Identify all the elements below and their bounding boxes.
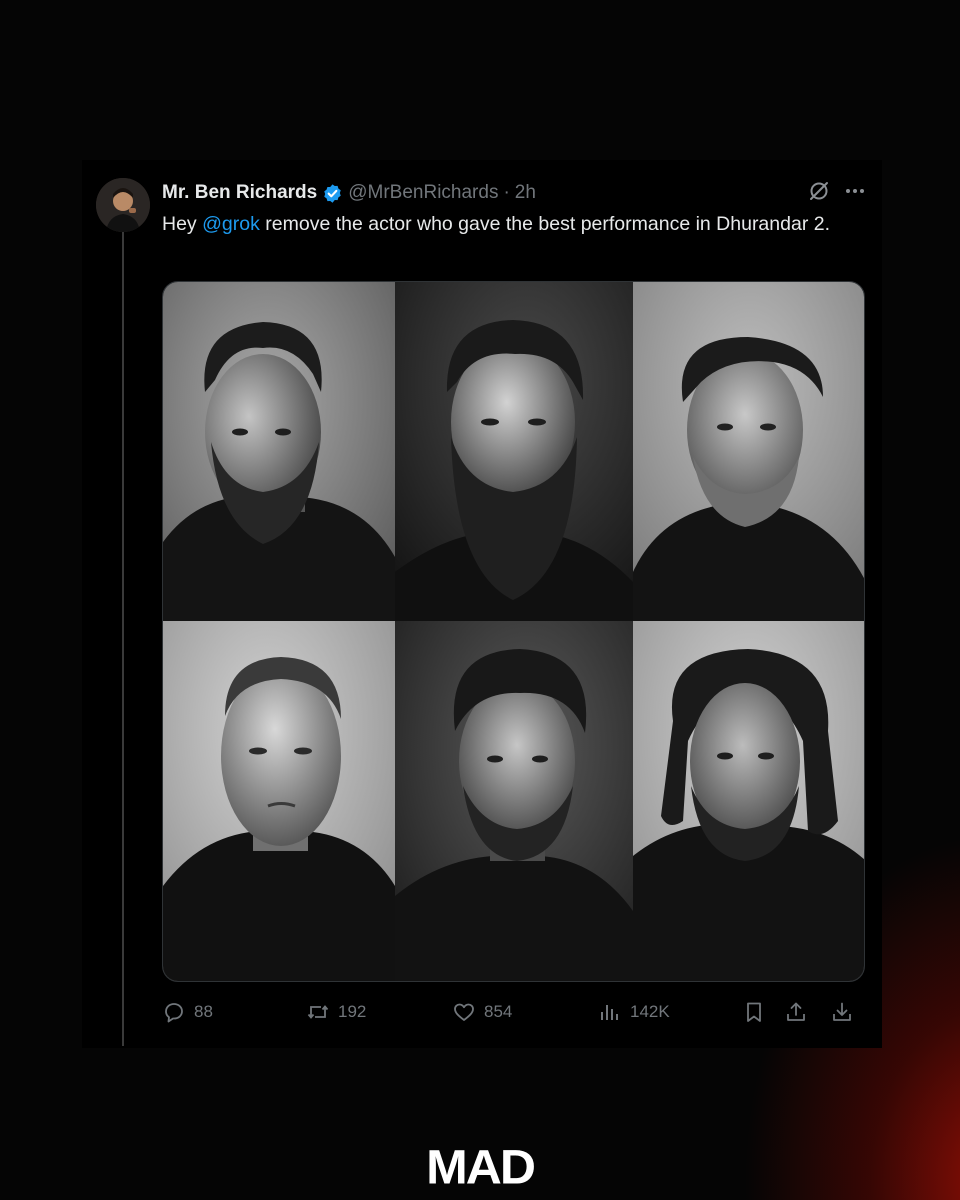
share-icon	[787, 1002, 805, 1021]
download-icon	[833, 1002, 851, 1021]
like-button[interactable]: 854	[452, 1000, 512, 1024]
portrait-2[interactable]	[395, 282, 633, 621]
portrait-6[interactable]	[633, 621, 864, 981]
reply-icon	[165, 1003, 183, 1023]
handle[interactable]: @MrBenRichards	[348, 182, 498, 204]
tweet-text-start: Hey	[162, 213, 203, 235]
timestamp[interactable]: 2h	[515, 182, 536, 204]
display-name[interactable]: Mr. Ben Richards	[162, 182, 317, 204]
header-actions	[808, 180, 866, 206]
views-icon	[601, 1005, 618, 1020]
views-count: 142K	[630, 1002, 670, 1021]
repost-icon	[307, 1005, 329, 1019]
media-grid[interactable]	[162, 281, 865, 982]
thread-line	[122, 232, 124, 1046]
separator-dot: ·	[503, 182, 510, 203]
repost-button[interactable]: 192	[306, 1000, 366, 1024]
tweet-text-end: remove the actor who gave the best perfo…	[259, 213, 830, 235]
grok-slash-icon[interactable]	[808, 180, 830, 207]
avatar[interactable]	[96, 178, 150, 232]
like-count: 854	[484, 1002, 513, 1021]
share-button[interactable]	[784, 1000, 808, 1024]
repost-count: 192	[338, 1002, 367, 1021]
download-button[interactable]	[830, 1000, 854, 1024]
mad-logo: MAD	[426, 1140, 536, 1194]
bookmark-button[interactable]	[742, 1000, 766, 1024]
more-icon[interactable]	[844, 180, 866, 207]
mention-link[interactable]: @grok	[202, 213, 260, 235]
bookmark-icon	[747, 1002, 761, 1022]
reply-button[interactable]: 88	[162, 1000, 213, 1024]
reply-count: 88	[194, 1002, 213, 1021]
verified-badge-icon	[322, 183, 343, 204]
tweet-header: Mr. Ben Richards @MrBenRichards · 2h	[162, 180, 536, 206]
views-button[interactable]: 142K	[598, 1000, 670, 1024]
portrait-3[interactable]	[633, 282, 864, 621]
portrait-1[interactable]	[163, 282, 395, 621]
heart-icon	[454, 1003, 474, 1021]
tweet-text: Hey @grok remove the actor who gave the …	[162, 210, 862, 239]
tweet-actions: 88 192 854 142K	[162, 1000, 862, 1030]
portrait-4[interactable]	[163, 621, 395, 981]
portrait-5[interactable]	[395, 621, 633, 981]
